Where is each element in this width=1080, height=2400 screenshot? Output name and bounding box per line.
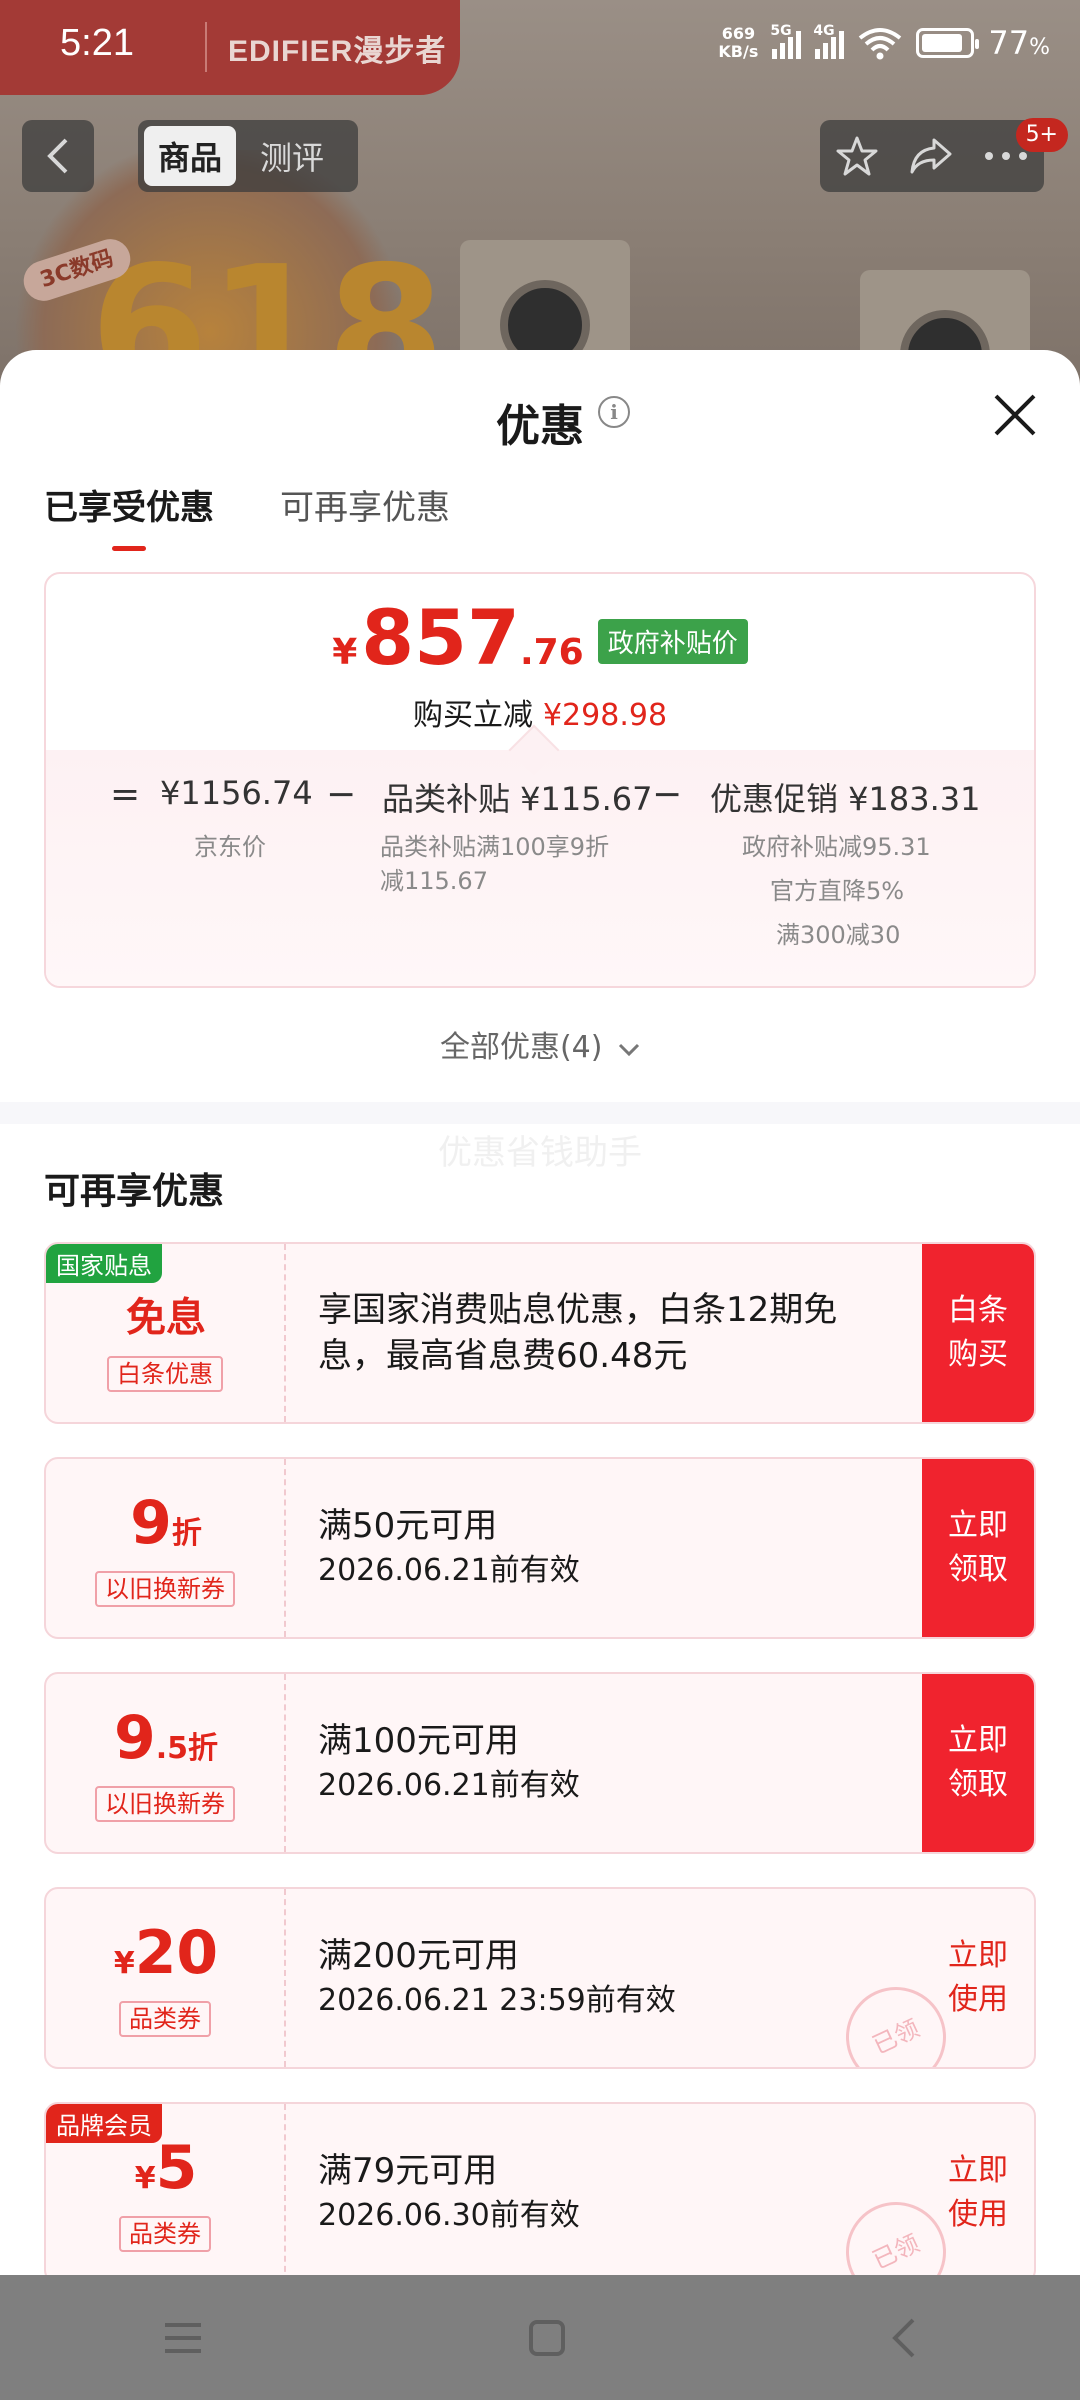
share-icon[interactable] xyxy=(908,136,954,176)
category-subsidy-desc: 品类补贴满100享9折 xyxy=(380,833,610,861)
network-speed: 669 KB/s xyxy=(718,24,759,61)
section-title: 可再享优惠 xyxy=(44,1171,225,1212)
coupon-desc: 满100元可用 2026.06.21前有效 xyxy=(318,1721,580,1803)
coupon-type-tag: 以旧换新券 xyxy=(95,1786,235,1822)
coupon-corner-label: 国家贴息 xyxy=(46,1244,162,1283)
category-subsidy-desc: 减115.67 xyxy=(380,867,488,895)
top-actions xyxy=(820,120,1044,192)
coupon-value: 9折 以旧换新券 xyxy=(46,1459,286,1637)
promo-desc: 政府补贴减95.31 xyxy=(742,833,931,861)
coupon-card: 9折 以旧换新券 满50元可用 2026.06.21前有效 立即领取 xyxy=(44,1457,1036,1639)
tab-enjoyed[interactable]: 已享受优惠 xyxy=(44,480,214,551)
gov-subsidy-tag: 政府补贴价 xyxy=(597,619,748,664)
battery-icon xyxy=(916,28,980,58)
back-button[interactable] xyxy=(22,120,94,192)
coupon-value: ¥20 品类券 xyxy=(46,1889,286,2067)
home-icon[interactable] xyxy=(528,2319,566,2357)
coupon-type-tag: 以旧换新券 xyxy=(95,1571,235,1607)
minus-sign: − xyxy=(652,774,683,815)
product-tabs: 商品 测评 xyxy=(138,120,358,192)
menu-icon[interactable] xyxy=(163,2321,203,2355)
final-price: ¥ 857 .76 政府补贴价 xyxy=(46,600,1034,676)
jd-price-label: 京东价 xyxy=(194,833,266,861)
more-icon[interactable] xyxy=(983,150,1029,162)
status-icons: 669 KB/s 5G 4G 77% xyxy=(718,23,1050,62)
tab-review[interactable]: 测评 xyxy=(246,126,338,186)
chevron-down-icon xyxy=(618,1043,640,1057)
promotions-sheet: 优惠 i 已享受优惠 可再享优惠 ¥ 857 .76 政府补贴价 购买立减 ¥29… xyxy=(0,350,1080,2275)
coupon-type-tag: 白条优惠 xyxy=(107,1356,223,1392)
coupon-value: 9.5折 以旧换新券 xyxy=(46,1674,286,1852)
signal-4g-icon: 4G xyxy=(813,23,845,59)
coupon-desc: 满50元可用 2026.06.21前有效 xyxy=(318,1506,580,1588)
coupon-desc: 满200元可用 2026.06.21 23:59前有效 xyxy=(318,1936,676,2018)
coupon-card: ¥20 品类券 满200元可用 2026.06.21 23:59前有效 已领 立… xyxy=(44,1887,1036,2069)
sheet-title: 优惠 xyxy=(496,401,584,452)
system-nav-bar xyxy=(0,2275,1080,2400)
equals-sign: = xyxy=(110,774,141,815)
tab-product[interactable]: 商品 xyxy=(144,126,237,186)
coupon-card: ¥5 品类券 品牌会员 满79元可用 2026.06.30前有效 已领 立即使用 xyxy=(44,2102,1036,2275)
close-icon[interactable] xyxy=(990,390,1040,440)
minus-sign: − xyxy=(326,774,357,815)
coupon-type-tag: 品类券 xyxy=(119,2216,211,2252)
status-time: 5:21 xyxy=(60,22,134,64)
use-coupon-button[interactable]: 立即使用 xyxy=(922,1889,1034,2067)
baitiao-buy-button[interactable]: 白条购买 xyxy=(922,1244,1034,1422)
star-icon[interactable] xyxy=(835,134,879,178)
promo-desc: 满300减30 xyxy=(776,921,901,949)
status-bar: 5:21 669 KB/s 5G 4G 77% xyxy=(0,0,1080,95)
coupon-desc: 满79元可用 2026.06.30前有效 xyxy=(318,2151,580,2233)
category-subsidy: 品类补贴 ¥115.67 xyxy=(382,780,653,818)
coupon-card: 9.5折 以旧换新券 满100元可用 2026.06.21前有效 立即领取 xyxy=(44,1672,1036,1854)
section-divider xyxy=(0,1102,1080,1124)
all-promos-toggle[interactable]: 全部优惠(4) xyxy=(0,1022,1080,1066)
promo-tabs: 已享受优惠 可再享优惠 xyxy=(44,480,450,551)
price-formula: = ¥1156.74 京东价 − 品类补贴 ¥115.67 品类补贴满100享9… xyxy=(108,774,1008,964)
discount-line: 购买立减 ¥298.98 xyxy=(412,698,668,733)
claim-coupon-button[interactable]: 立即领取 xyxy=(922,1459,1034,1637)
use-coupon-button[interactable]: 立即使用 xyxy=(922,2104,1034,2275)
price-breakdown-card: ¥ 857 .76 政府补贴价 购买立减 ¥298.98 = ¥1156.74 京… xyxy=(44,572,1036,988)
battery-percent: 77% xyxy=(988,24,1050,62)
claim-coupon-button[interactable]: 立即领取 xyxy=(922,1674,1034,1852)
wifi-icon xyxy=(859,28,902,60)
signal-5g-icon: 5G xyxy=(770,23,802,59)
promo-total: 优惠促销 ¥183.31 xyxy=(710,780,981,818)
info-icon[interactable]: i xyxy=(598,396,630,428)
coupon-card: 免息 白条优惠 国家贴息 享国家消费贴息优惠，白条12期免 息，最高省息费60.… xyxy=(44,1242,1036,1424)
jd-price: ¥1156.74 xyxy=(160,774,313,812)
tab-available[interactable]: 可再享优惠 xyxy=(280,480,450,551)
chevron-left-icon xyxy=(47,138,68,174)
notification-badge: 5+ xyxy=(1015,118,1068,152)
coupon-type-tag: 品类券 xyxy=(119,2001,211,2037)
back-icon[interactable] xyxy=(891,2318,917,2358)
coupon-desc: 享国家消费贴息优惠，白条12期免 息，最高省息费60.48元 xyxy=(318,1290,838,1376)
coupon-corner-label: 品牌会员 xyxy=(46,2104,162,2143)
promo-desc: 官方直降5% xyxy=(770,877,905,905)
